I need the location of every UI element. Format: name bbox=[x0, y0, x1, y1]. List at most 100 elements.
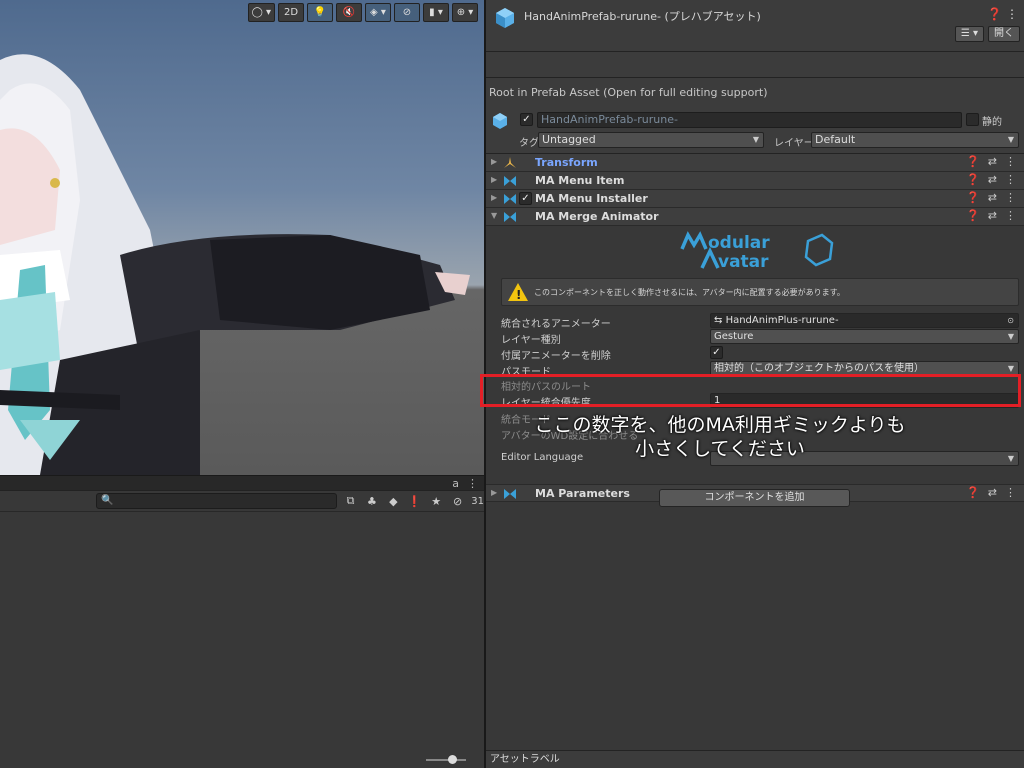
project-body[interactable] bbox=[0, 512, 484, 768]
object-picker-icon[interactable]: ⊙ bbox=[1007, 314, 1014, 327]
project-search-input[interactable]: 🔍 bbox=[96, 493, 337, 509]
asset-labels-bar: アセットラベル bbox=[486, 750, 1024, 768]
static-checkbox[interactable] bbox=[966, 113, 979, 126]
warning-icon: ! bbox=[508, 283, 528, 302]
component-ma-menu-installer[interactable]: ▶ ✓ MA Menu Installer ❓ ⇄ ⋮ bbox=[486, 190, 1024, 208]
inspector-header: HandAnimPrefab-rurune- (プレハブアセット) ❓ ⋮ ☰ … bbox=[486, 0, 1024, 52]
delete-attached-label: 付属アニメーターを削除 bbox=[501, 351, 611, 362]
zoom-slider[interactable] bbox=[426, 755, 466, 764]
foldout-arrow-icon[interactable]: ▶ bbox=[491, 157, 497, 166]
project-toolbar: a ⋮ 🔍 ⧉ ♣ ◆ ❗ ★ ⊘ 31 bbox=[0, 475, 484, 512]
help-icon[interactable]: ❓ bbox=[966, 191, 980, 204]
ma-component-icon bbox=[504, 212, 516, 222]
help-icon[interactable]: ❓ bbox=[966, 173, 980, 186]
menu-icon[interactable]: ⋮ bbox=[1005, 191, 1016, 204]
component-name: Transform bbox=[535, 156, 598, 169]
delete-attached-checkbox[interactable]: ✓ bbox=[710, 346, 723, 359]
scene-view[interactable]: ◯ ▾ 2D 💡 🔇 ◈ ▾ ⊘ ▮ ▾ ⊕ ▾ bbox=[0, 0, 484, 475]
ma-component-icon bbox=[504, 194, 516, 204]
component-name: MA Menu Item bbox=[535, 174, 625, 187]
foldout-arrow-icon[interactable]: ▼ bbox=[491, 211, 497, 220]
animator-field[interactable]: ⇆ HandAnimPlus-rurune- ⊙ bbox=[710, 313, 1019, 328]
object-name-field[interactable]: HandAnimPrefab-rurune- bbox=[537, 112, 962, 128]
slider-knob[interactable] bbox=[448, 755, 457, 764]
gizmos-button[interactable]: ⊕ ▾ bbox=[452, 3, 478, 22]
component-name: MA Merge Animator bbox=[535, 210, 659, 223]
audio-toggle[interactable]: 🔇 bbox=[336, 3, 362, 22]
help-icon[interactable]: ❓ bbox=[966, 155, 980, 168]
svg-text:vatar: vatar bbox=[718, 252, 769, 271]
foldout-arrow-icon[interactable]: ▶ bbox=[491, 193, 497, 202]
warning-filter-icon[interactable]: ❗ bbox=[407, 495, 422, 508]
callout-line-2: 小さくしてください bbox=[635, 438, 805, 460]
tag-label: タグ bbox=[519, 138, 539, 149]
2d-toggle[interactable]: 2D bbox=[278, 3, 304, 22]
active-checkbox[interactable]: ✓ bbox=[520, 113, 533, 126]
camera-button[interactable]: ▮ ▾ bbox=[423, 3, 449, 22]
gameobject-cube-icon[interactable] bbox=[491, 112, 509, 130]
add-component-button[interactable]: コンポーネントを追加 bbox=[659, 489, 850, 507]
animator-label: 統合されるアニメーター bbox=[501, 319, 611, 330]
layer-label: レイヤー bbox=[774, 138, 814, 149]
hidden-toggle-icon[interactable]: ⊘ bbox=[450, 495, 465, 508]
preset-icon[interactable]: ⇄ bbox=[988, 155, 997, 168]
svg-text:odular: odular bbox=[708, 233, 770, 253]
list-menu-button[interactable]: ☰ ▾ bbox=[954, 26, 984, 42]
draw-mode-button[interactable]: ◯ ▾ bbox=[247, 3, 275, 22]
lock-icon[interactable]: a bbox=[452, 477, 459, 490]
menu-icon[interactable]: ⋮ bbox=[1005, 209, 1016, 222]
component-name: MA Menu Installer bbox=[535, 192, 648, 205]
ma-component-icon bbox=[504, 489, 516, 499]
menu-icon[interactable]: ⋮ bbox=[1005, 155, 1016, 168]
root-info-text: Root in Prefab Asset (Open for full edit… bbox=[486, 78, 1024, 106]
scene-toolbar: ◯ ▾ 2D 💡 🔇 ◈ ▾ ⊘ ▮ ▾ ⊕ ▾ bbox=[247, 3, 478, 23]
callout-line-1: ここの数字を、他のMA利用ギミックよりも bbox=[534, 414, 906, 436]
menu-icon[interactable]: ⋮ bbox=[467, 477, 478, 490]
open-prefab-button[interactable]: 開く bbox=[988, 26, 1020, 42]
help-icon[interactable]: ❓ bbox=[966, 209, 980, 222]
preset-icon[interactable]: ⇄ bbox=[988, 209, 997, 222]
gameobject-header: ✓ HandAnimPrefab-rurune- 静的 タグ Untagged ▼… bbox=[486, 106, 1024, 154]
help-icon[interactable]: ❓ bbox=[966, 486, 980, 499]
chevron-down-icon: ▼ bbox=[1007, 135, 1014, 144]
label-icon[interactable]: ◆ bbox=[386, 495, 401, 508]
foldout-arrow-icon[interactable]: ▶ bbox=[491, 175, 497, 184]
preset-icon[interactable]: ⇄ bbox=[988, 486, 997, 499]
static-label: 静的 bbox=[982, 117, 1002, 128]
layer-type-label: レイヤー種別 bbox=[501, 335, 561, 346]
effects-toggle[interactable]: ◈ ▾ bbox=[365, 3, 391, 22]
help-icon[interactable]: ❓ ⋮ bbox=[987, 7, 1018, 21]
component-enabled-checkbox[interactable]: ✓ bbox=[519, 192, 532, 205]
foldout-arrow-icon[interactable]: ▶ bbox=[491, 488, 497, 497]
preset-icon[interactable]: ⇄ bbox=[988, 191, 997, 204]
component-list: ▶ Transform ❓ ⇄ ⋮ ▶ MA Menu Item ❓ ⇄ ⋮ ▶ ✓ MA Menu I… bbox=[486, 154, 1024, 226]
component-ma-merge-animator[interactable]: ▼ MA Merge Animator ❓ ⇄ ⋮ bbox=[486, 208, 1024, 226]
chevron-down-icon: ▼ bbox=[1007, 454, 1014, 463]
prefab-cube-icon bbox=[496, 8, 514, 28]
lighting-toggle[interactable]: 💡 bbox=[307, 3, 333, 22]
menu-icon[interactable]: ⋮ bbox=[1005, 486, 1016, 499]
svg-text:!: ! bbox=[516, 288, 521, 302]
tag-dropdown[interactable]: Untagged ▼ bbox=[538, 132, 764, 148]
modular-avatar-logo: odular vatar bbox=[680, 231, 834, 271]
component-transform[interactable]: ▶ Transform ❓ ⇄ ⋮ bbox=[486, 154, 1024, 172]
ma-component-icon bbox=[504, 176, 516, 186]
visibility-toggle[interactable]: ⊘ bbox=[394, 3, 420, 22]
chevron-down-icon: ▼ bbox=[752, 135, 759, 144]
character-model bbox=[0, 54, 470, 475]
inspector-title: HandAnimPrefab-rurune- (プレハブアセット) bbox=[524, 10, 761, 23]
component-ma-menu-item[interactable]: ▶ MA Menu Item ❓ ⇄ ⋮ bbox=[486, 172, 1024, 190]
hidden-count: 31 bbox=[471, 495, 485, 507]
search-by-type-icon[interactable]: ⧉ bbox=[343, 494, 358, 508]
component-name: MA Parameters bbox=[535, 487, 630, 500]
favorite-icon[interactable]: ★ bbox=[428, 495, 443, 508]
warning-text: このコンポーネントを正しく動作させるには、アバター内に配置する必要があります。 bbox=[534, 288, 845, 297]
menu-icon[interactable]: ⋮ bbox=[1005, 173, 1016, 186]
layer-type-dropdown[interactable]: Gesture ▼ bbox=[710, 329, 1019, 344]
preset-icon[interactable]: ⇄ bbox=[988, 173, 997, 186]
prefab-toolbar bbox=[486, 52, 1024, 78]
layer-dropdown[interactable]: Default ▼ bbox=[811, 132, 1019, 148]
highlight-box bbox=[480, 374, 1021, 407]
callout-text: ここの数字を、他のMA利用ギミックよりも 小さくしてください bbox=[520, 413, 920, 461]
package-icon[interactable]: ♣ bbox=[364, 495, 379, 508]
